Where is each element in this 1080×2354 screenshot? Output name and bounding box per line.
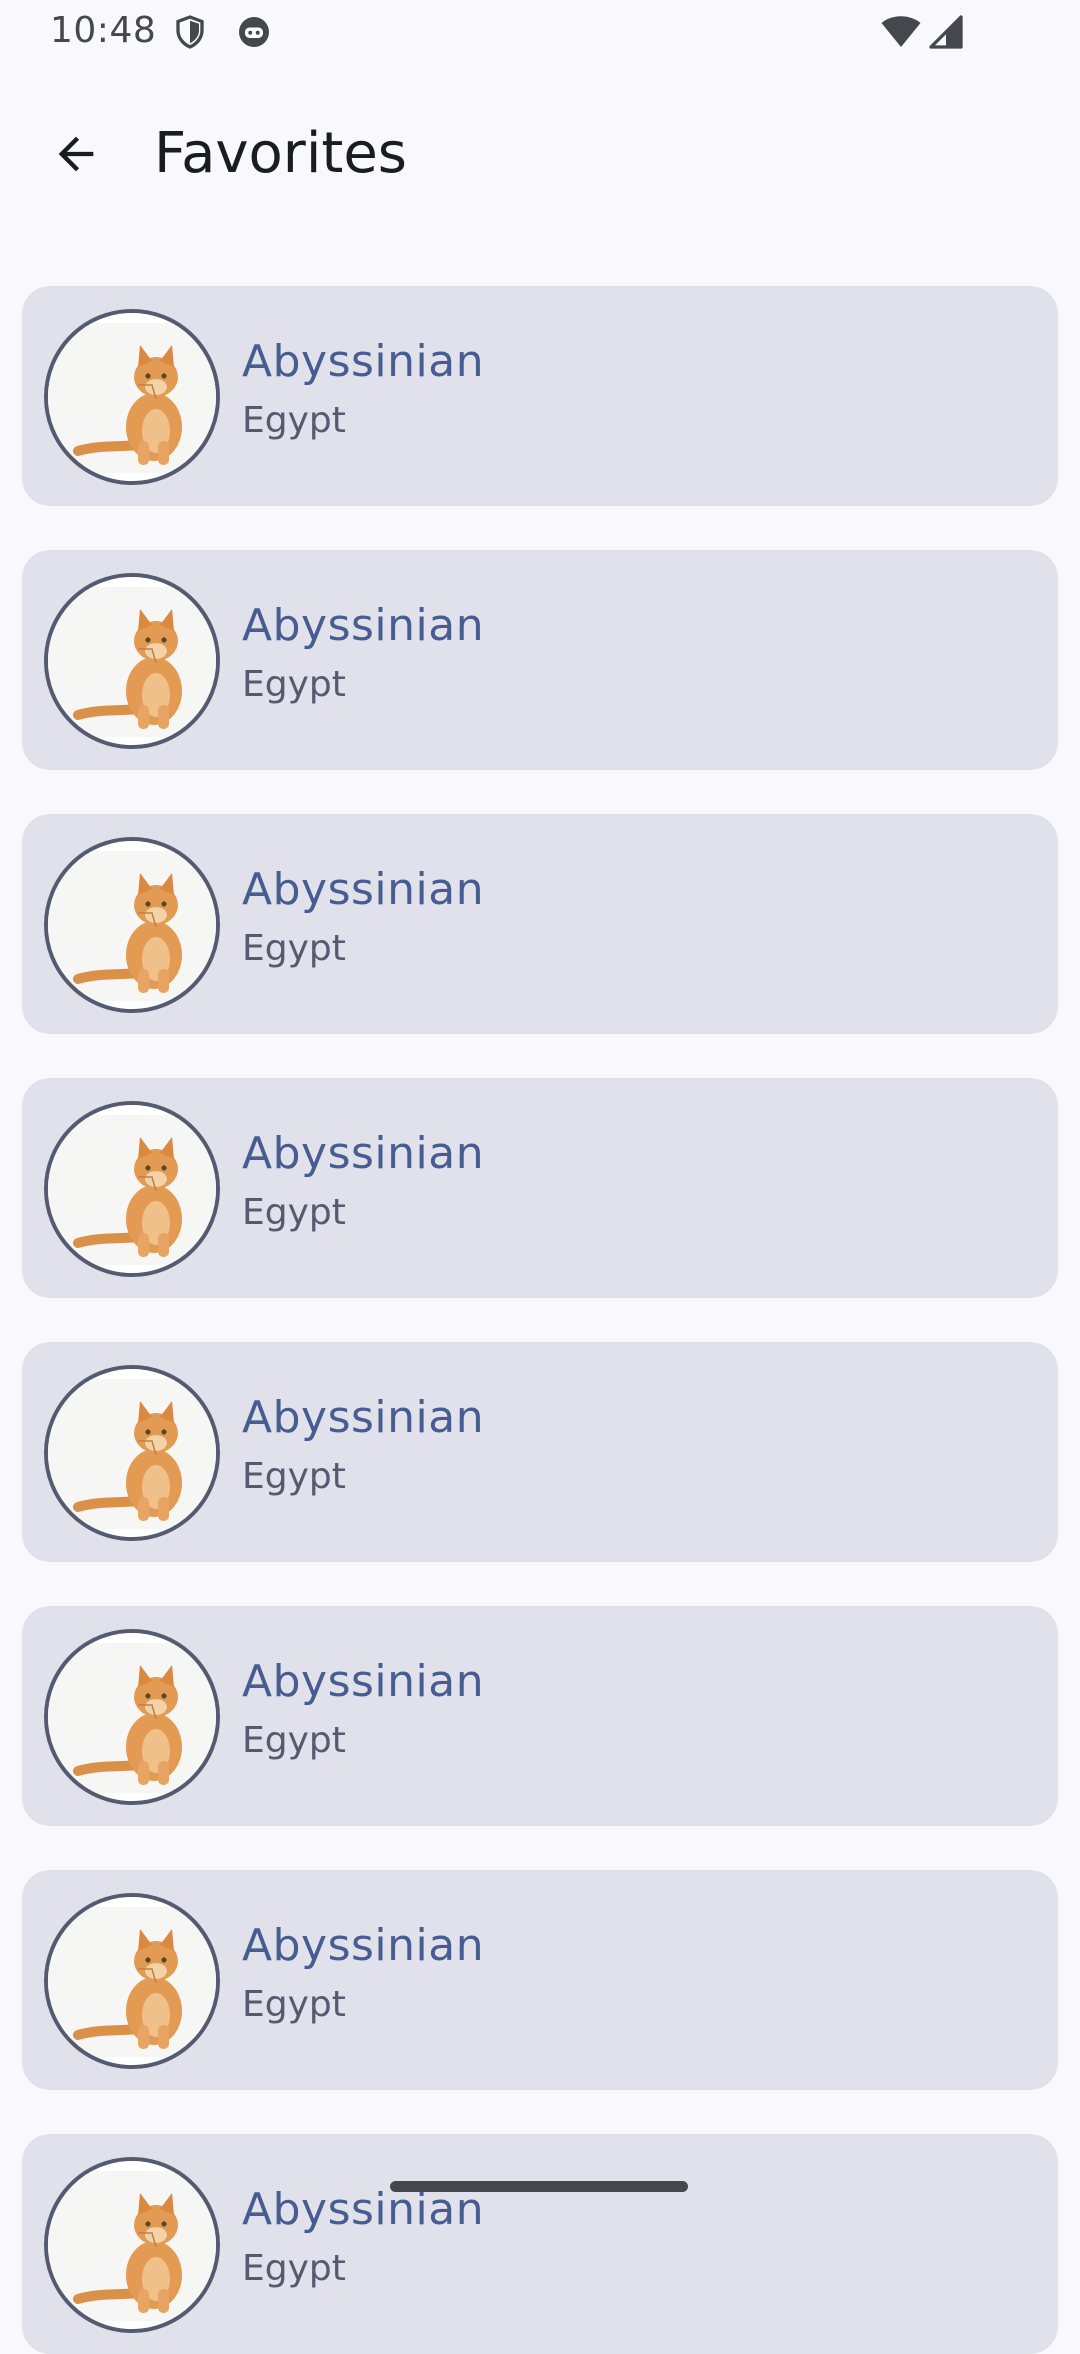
arrow-back-icon bbox=[50, 128, 102, 184]
page-title: Favorites bbox=[154, 121, 407, 186]
breed-origin: Egypt bbox=[242, 1192, 346, 1233]
cat-avatar-image bbox=[44, 1365, 220, 1541]
breed-origin: Egypt bbox=[242, 928, 346, 969]
cat-avatar-image bbox=[44, 1893, 220, 2069]
breed-name: Abyssinian bbox=[242, 1920, 485, 1971]
breed-name: Abyssinian bbox=[242, 864, 485, 915]
gesture-navigation-bar[interactable] bbox=[390, 2181, 688, 2192]
cat-avatar-image bbox=[44, 2157, 220, 2333]
favorite-card[interactable]: Abyssinian Egypt bbox=[22, 550, 1058, 770]
breed-origin: Egypt bbox=[242, 400, 346, 441]
breed-name: Abyssinian bbox=[242, 1392, 485, 1443]
cat-avatar-image bbox=[44, 837, 220, 1013]
status-bar: 10:48 bbox=[0, 0, 1080, 66]
breed-name: Abyssinian bbox=[242, 1656, 485, 1707]
breed-name: Abyssinian bbox=[242, 1128, 485, 1179]
signal-icon bbox=[928, 14, 964, 50]
back-button[interactable] bbox=[36, 116, 116, 196]
favorite-card[interactable]: Abyssinian Egypt bbox=[22, 1870, 1058, 2090]
breed-name: Abyssinian bbox=[242, 336, 485, 387]
favorite-card[interactable]: Abyssinian Egypt bbox=[22, 814, 1058, 1034]
breed-name: Abyssinian bbox=[242, 600, 485, 651]
cat-avatar-image bbox=[44, 309, 220, 485]
cat-avatar-image bbox=[44, 1101, 220, 1277]
shield-icon bbox=[172, 14, 208, 50]
status-time: 10:48 bbox=[50, 10, 157, 51]
favorite-card[interactable]: Abyssinian Egypt bbox=[22, 1606, 1058, 1826]
favorite-card[interactable]: Abyssinian Egypt bbox=[22, 286, 1058, 506]
wifi-icon bbox=[880, 14, 922, 50]
favorite-card[interactable]: Abyssinian Egypt bbox=[22, 2134, 1058, 2354]
android-face-icon bbox=[236, 14, 272, 50]
breed-origin: Egypt bbox=[242, 1720, 346, 1761]
top-app-bar: Favorites bbox=[0, 66, 1080, 242]
breed-origin: Egypt bbox=[242, 1984, 346, 2025]
breed-origin: Egypt bbox=[242, 1456, 346, 1497]
favorite-card[interactable]: Abyssinian Egypt bbox=[22, 1078, 1058, 1298]
cat-avatar-image bbox=[44, 1629, 220, 1805]
cat-avatar-image bbox=[44, 573, 220, 749]
breed-origin: Egypt bbox=[242, 664, 346, 705]
breed-origin: Egypt bbox=[242, 2248, 346, 2289]
favorite-card[interactable]: Abyssinian Egypt bbox=[22, 1342, 1058, 1562]
